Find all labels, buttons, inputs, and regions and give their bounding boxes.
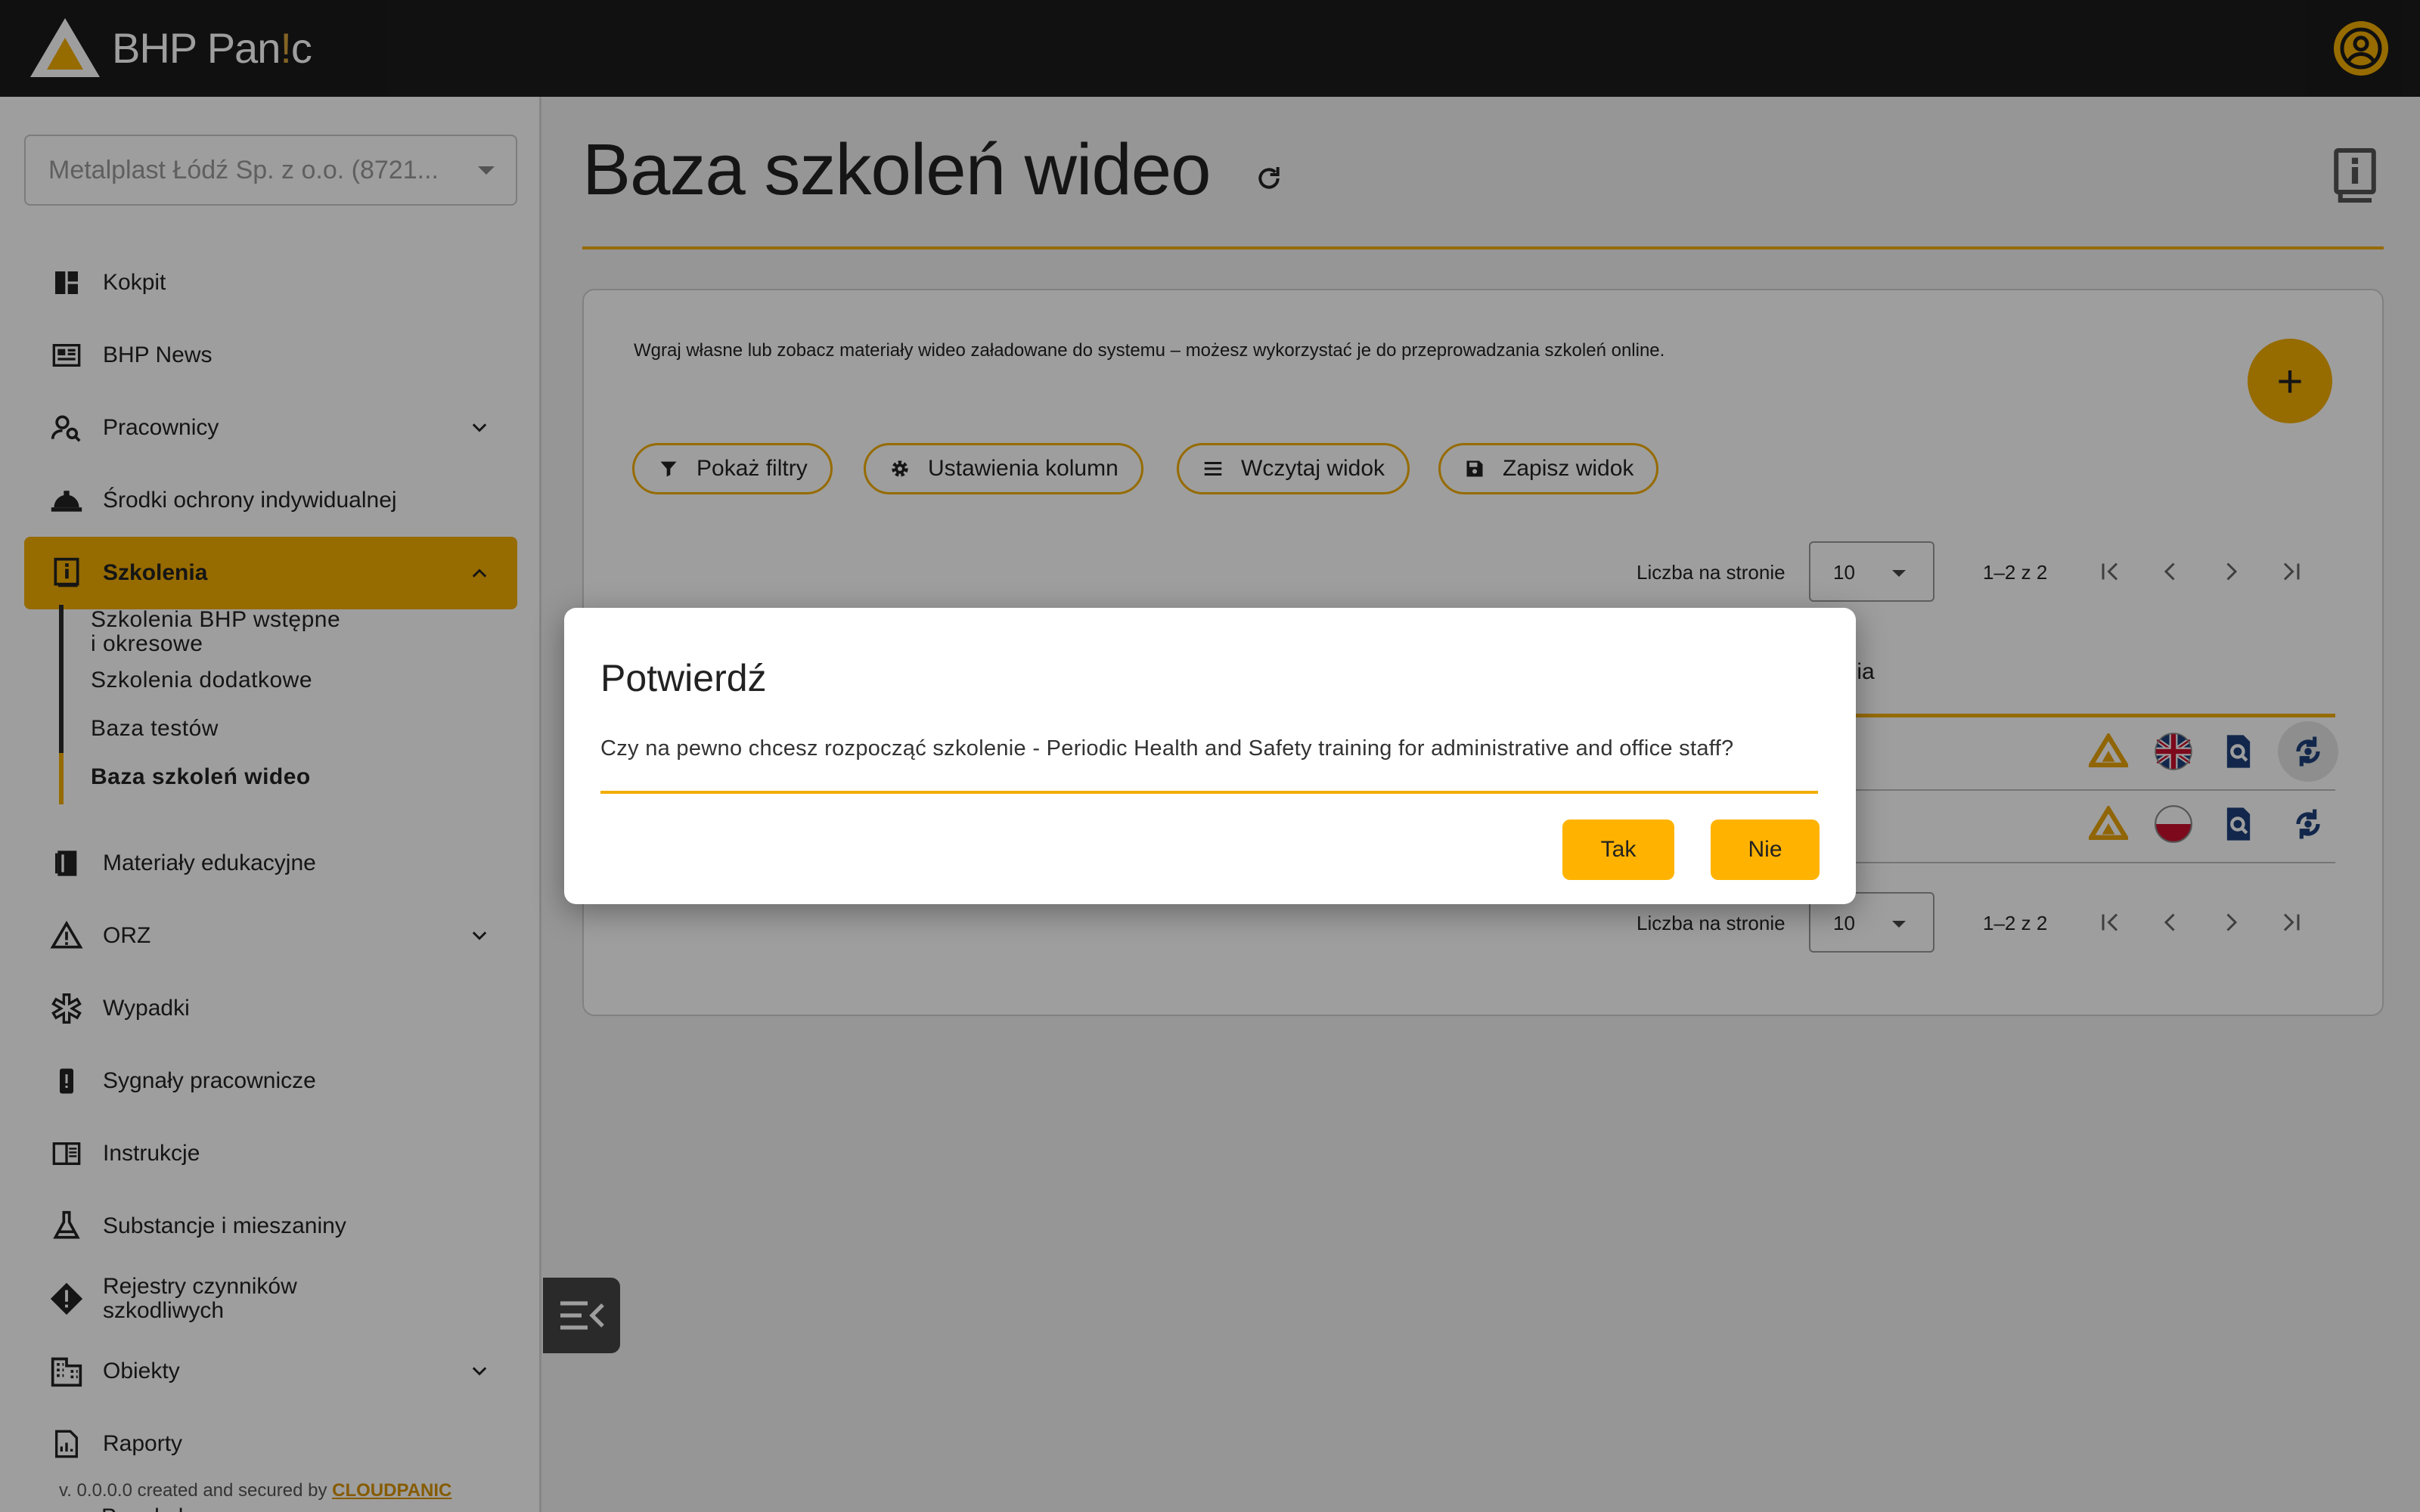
confirm-yes-button[interactable]: Tak — [1562, 820, 1674, 880]
dialog-divider — [600, 791, 1818, 794]
dialog-message: Czy na pewno chcesz rozpocząć szkolenie … — [600, 736, 1734, 761]
confirm-dialog: Potwierdź Czy na pewno chcesz rozpocząć … — [564, 608, 1856, 904]
confirm-no-button[interactable]: Nie — [1711, 820, 1820, 880]
dialog-title: Potwierdź — [600, 657, 767, 699]
